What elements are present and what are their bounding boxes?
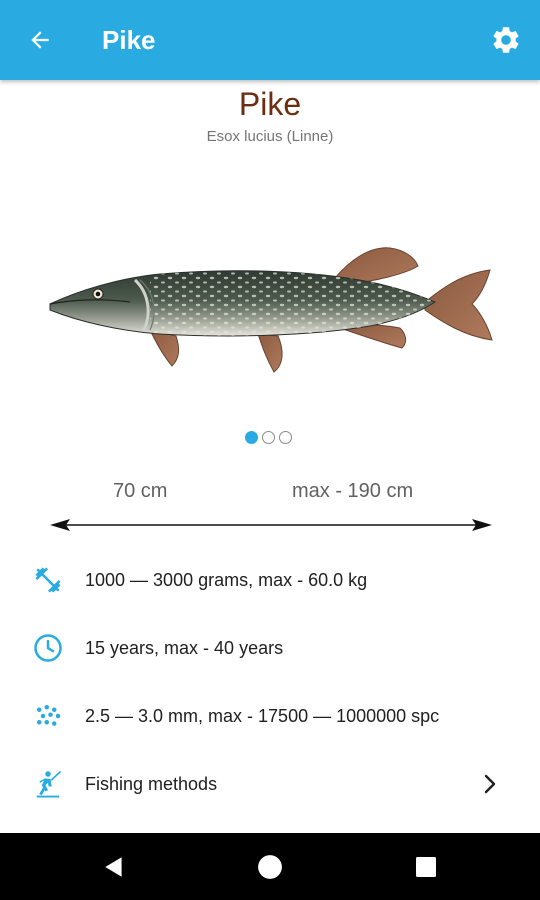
- image-pager: [245, 431, 292, 445]
- fisherman-icon: [32, 768, 64, 800]
- fishing-methods-row[interactable]: Fishing methods: [0, 751, 540, 817]
- weight-text: 1000 — 3000 grams, max - 60.0 kg: [85, 570, 368, 590]
- max-length: max - 190 cm: [292, 480, 414, 502]
- nav-recents-icon: [416, 857, 436, 877]
- length-arrow-icon: [50, 519, 492, 531]
- nav-recents-button[interactable]: [410, 851, 442, 883]
- fish-latin-name: Esox lucius (Linne): [206, 128, 334, 145]
- weight-row: 1000 — 3000 grams, max - 60.0 kg: [0, 547, 540, 613]
- nav-back-icon: [105, 857, 122, 877]
- arrow-back-icon: [31, 31, 49, 49]
- pike-fish-image[interactable]: [40, 230, 510, 390]
- eggs-icon: [32, 700, 64, 732]
- age-row: 15 years, max - 40 years: [0, 615, 540, 681]
- clock-icon: [32, 632, 64, 664]
- nav-home-button[interactable]: [254, 851, 286, 883]
- chevron-right-icon: [480, 772, 500, 796]
- page-title: Pike: [102, 25, 156, 55]
- pager-dot-2[interactable]: [262, 431, 275, 444]
- back-button[interactable]: [20, 20, 60, 60]
- pager-dot-3[interactable]: [279, 431, 292, 444]
- spawn-row: 2.5 — 3.0 mm, max - 17500 — 1000000 spc: [0, 683, 540, 749]
- fish-name: Pike: [238, 86, 302, 122]
- typical-length: 70 cm: [113, 480, 168, 502]
- gear-icon: [493, 27, 519, 53]
- dumbbell-icon: [32, 564, 64, 596]
- nav-home-icon: [258, 855, 282, 879]
- app-screen: Pike Pike Esox lucius (Linne) 70 cm max …: [0, 0, 540, 900]
- app-bar: Pike: [0, 0, 540, 80]
- system-nav-bar: [0, 833, 540, 900]
- nav-back-button[interactable]: [98, 851, 130, 883]
- pager-dot-1[interactable]: [245, 431, 258, 444]
- spawn-text: 2.5 — 3.0 mm, max - 17500 — 1000000 spc: [85, 706, 440, 726]
- settings-button[interactable]: [486, 20, 526, 60]
- age-text: 15 years, max - 40 years: [85, 638, 284, 658]
- fishing-methods-label: Fishing methods: [85, 774, 218, 794]
